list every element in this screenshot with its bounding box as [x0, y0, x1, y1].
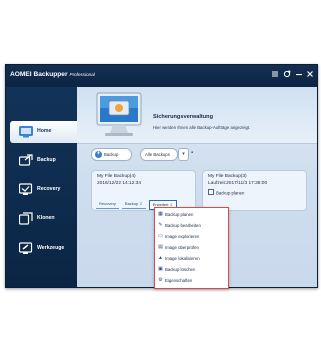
- advanced-dropdown-menu: ▦ Backup planen ✎ Backup bearbeiten ▭ Im…: [154, 207, 229, 289]
- backup-card[interactable]: My File Backup(3) Laufzeit:2017/11/3 17:…: [202, 170, 307, 211]
- locate-icon: ▲: [158, 255, 163, 261]
- menu-item-backup-loeschen[interactable]: ▣ Backup löschen: [155, 264, 228, 275]
- properties-icon: ⚙: [158, 277, 163, 283]
- title-bar: AOMEI Backupper Professional: [6, 65, 317, 87]
- explore-icon: ▭: [158, 233, 163, 239]
- backup-button-label: Backup: [124, 201, 139, 206]
- backup-name: My File Backup(3): [208, 174, 247, 179]
- menu-item-label: Image lokalisieren: [165, 256, 200, 261]
- backup-card[interactable]: My File Backup(4) 2016/12/22 14:12:34 Re…: [91, 170, 196, 211]
- app-title: AOMEI Backupper Professional: [10, 71, 95, 78]
- menu-icon[interactable]: [270, 70, 279, 81]
- menu-item-backup-bearbeiten[interactable]: ✎ Backup bearbeiten: [155, 220, 228, 231]
- menu-item-label: Eigenschaften: [165, 278, 193, 283]
- menu-item-image-lokalisieren[interactable]: ▲ Image lokalisieren: [155, 253, 228, 264]
- menu-item-backup-planen[interactable]: ▦ Backup planen: [155, 209, 228, 220]
- sidebar-item-label: Werkzeuge: [37, 245, 65, 251]
- recovery-icon: [18, 183, 33, 196]
- close-icon[interactable]: [305, 70, 314, 81]
- sidebar-item-home[interactable]: Home: [10, 121, 77, 143]
- recovery-button[interactable]: Recovery: [96, 200, 119, 209]
- edit-icon: ✎: [158, 222, 163, 228]
- monitor-icon: [93, 91, 147, 146]
- menu-item-eigenschaften[interactable]: ⚙ Eigenschaften: [155, 275, 228, 286]
- refresh-icon[interactable]: [282, 70, 291, 81]
- menu-item-label: Backup planen: [165, 212, 194, 217]
- menu-item-label: Image explorieren: [165, 234, 200, 239]
- list-view-icon[interactable]: ▪: [191, 150, 198, 157]
- add-backup-label: Backup: [104, 152, 119, 157]
- chevron-down-icon: ⇩: [139, 201, 143, 206]
- menu-item-label: Backup löschen: [165, 267, 196, 272]
- backup-button[interactable]: Backup ⇩: [121, 200, 146, 209]
- menu-item-image-ueberpruefen[interactable]: ▤ Image überprüfen: [155, 242, 228, 253]
- check-icon: ▤: [158, 244, 163, 250]
- menu-item-label: Image überprüfen: [165, 245, 199, 250]
- backup-icon: [18, 154, 33, 167]
- page-title: Sicherungsverwaltung: [153, 114, 213, 120]
- checkbox-icon: [208, 189, 214, 195]
- backup-name: My File Backup(4): [97, 174, 136, 179]
- plus-icon: +: [95, 151, 102, 158]
- chevron-down-icon[interactable]: ▾: [178, 148, 189, 161]
- sidebar-item-recovery[interactable]: Recovery: [6, 179, 77, 201]
- sidebar-item-werkzeuge[interactable]: Werkzeuge: [6, 238, 77, 260]
- add-backup-button[interactable]: + Backup: [91, 148, 132, 161]
- menu-item-label: Backup bearbeiten: [165, 223, 201, 228]
- sidebar-item-klonen[interactable]: Klonen: [6, 208, 77, 230]
- backup-date: 2016/12/22 14:12:34: [97, 181, 142, 186]
- home-icon: [19, 125, 33, 138]
- backup-filter-select[interactable]: Alle Backups: [140, 148, 178, 161]
- schedule-icon: ▦: [158, 211, 163, 217]
- backup-date: Laufzeit:2017/11/3 17:38:00: [208, 181, 268, 186]
- menu-item-image-explorieren[interactable]: ▭ Image explorieren: [155, 231, 228, 242]
- header-banner: Sicherungsverwaltung Hier werden Ihnen a…: [77, 87, 317, 144]
- app-name-text: AOMEI Backupper: [10, 71, 68, 78]
- page-subtitle: Hier werden Ihnen alle Backup-Aufträge a…: [153, 125, 251, 130]
- sidebar-item-label: Home: [37, 128, 52, 134]
- delete-icon: ▣: [158, 266, 163, 272]
- schedule-checkbox-label: Backup planen: [216, 190, 245, 196]
- clone-icon: [18, 212, 33, 225]
- sidebar-item-label: Backup: [37, 157, 56, 163]
- sidebar: Home Backup Recovery Klonen Werkzeuge: [6, 87, 77, 287]
- app-edition: Professional: [69, 72, 95, 77]
- sidebar-item-label: Recovery: [37, 186, 61, 192]
- schedule-checkbox[interactable]: Backup planen: [208, 189, 244, 196]
- sidebar-item-backup[interactable]: Backup: [6, 150, 77, 172]
- sidebar-item-label: Klonen: [37, 215, 55, 221]
- minimize-icon[interactable]: [294, 70, 303, 81]
- tools-icon: [18, 242, 33, 255]
- filter-value: Alle Backups: [145, 152, 170, 157]
